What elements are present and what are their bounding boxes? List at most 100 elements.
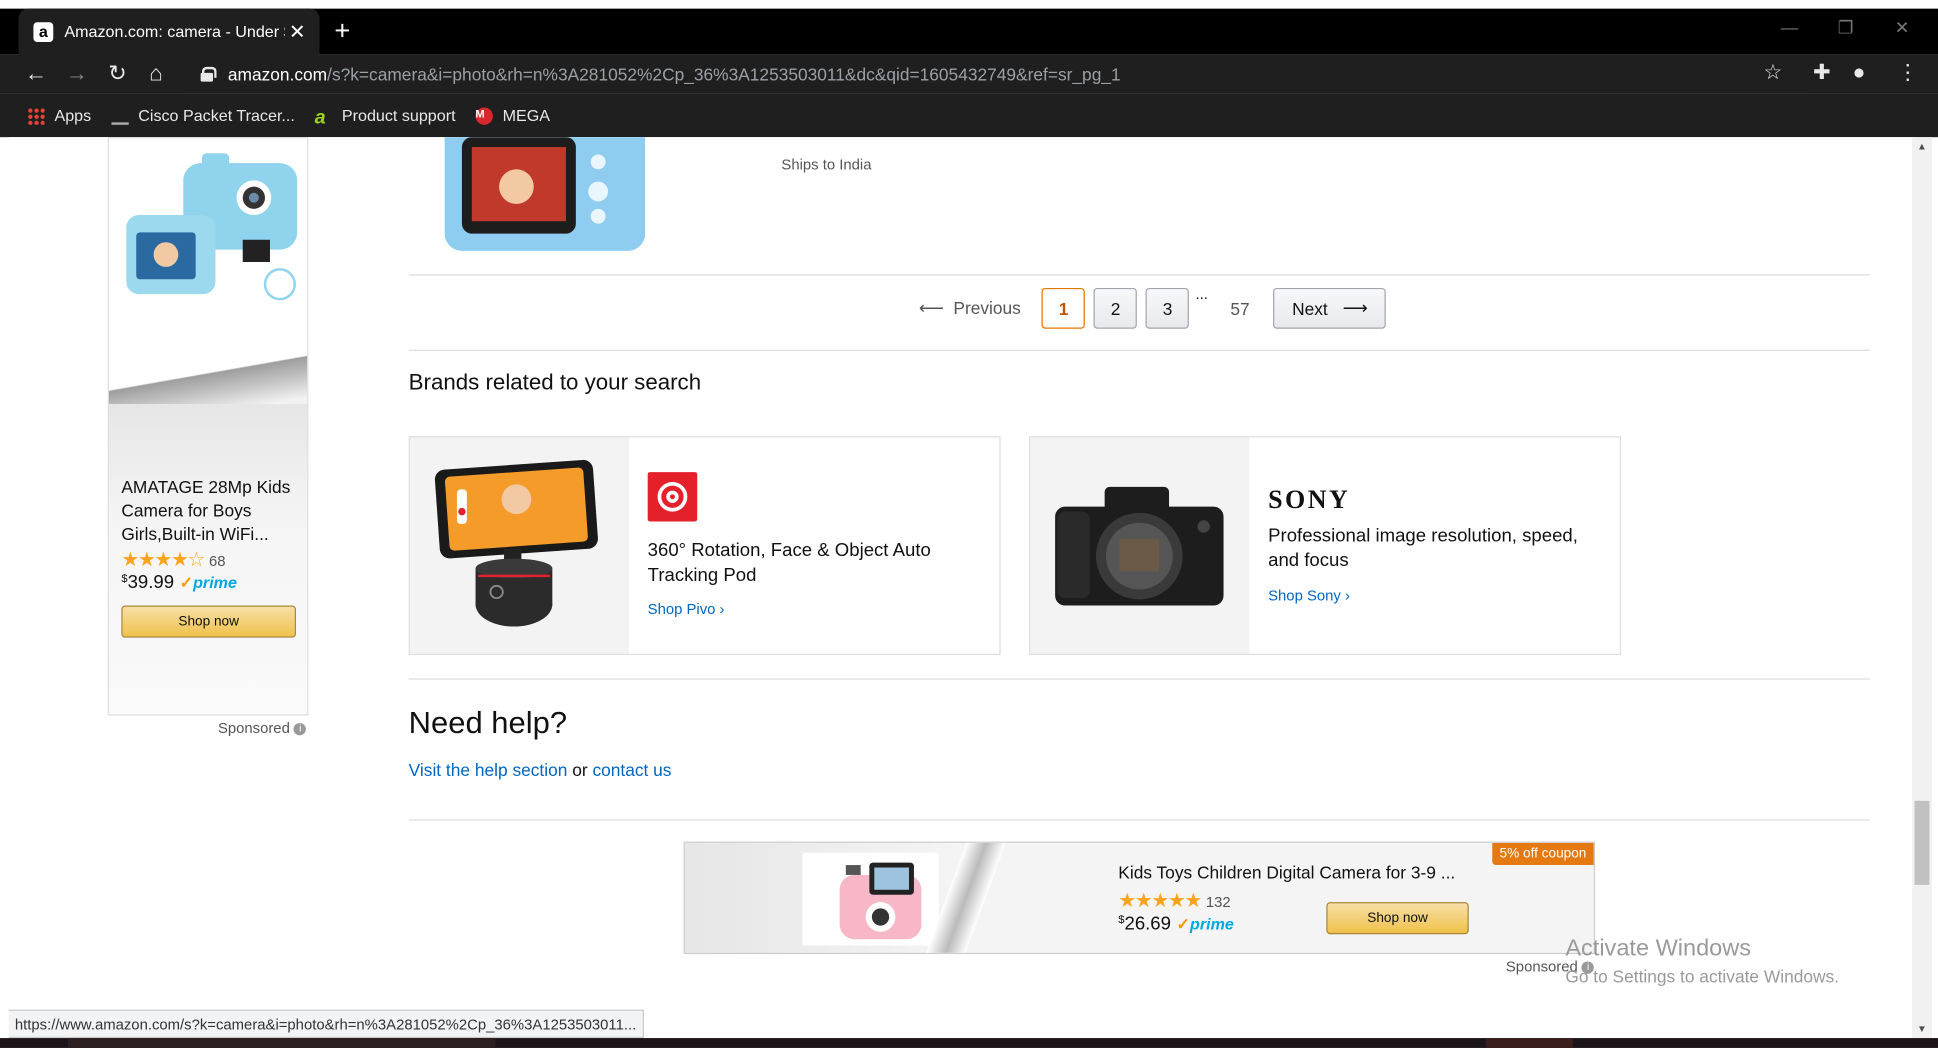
sponsored-text: Sponsored xyxy=(217,719,290,737)
bookmark-label: MEGA xyxy=(502,106,551,125)
bookmark-cisco[interactable]: Cisco Packet Tracer... xyxy=(111,106,295,125)
brands-heading: Brands related to your search xyxy=(408,369,702,395)
watermark-title: Activate Windows xyxy=(1565,935,1752,962)
extensions-icon[interactable]: ✚ xyxy=(1813,61,1831,86)
ad-body: AMATAGE 28Mp Kids Camera for Boys Girls,… xyxy=(108,404,308,714)
pagination: ⟵ Previous 1 2 3 ... 57 Next ⟶ xyxy=(919,285,1387,329)
ad-price: 39.99 xyxy=(127,572,175,594)
bottom-sponsored-ad[interactable]: 5% off coupon Kids Toys Children Digital… xyxy=(683,841,1596,955)
divider xyxy=(408,349,1870,351)
taskbar xyxy=(0,1038,1938,1048)
help-section-link[interactable]: Visit the help section xyxy=(409,760,568,780)
ad-title[interactable]: Kids Toys Children Digital Camera for 3-… xyxy=(1118,863,1455,883)
tab-amazon[interactable]: a Amazon.com: camera - Under $2 ✕ xyxy=(18,8,320,55)
prime-badge-icon: prime xyxy=(180,573,237,592)
tab-strip: a Amazon.com: camera - Under $2 ✕ + — ❐ … xyxy=(0,0,1938,55)
pivo-logo-icon[interactable] xyxy=(647,472,698,522)
apps-grid-icon xyxy=(27,106,45,125)
toolbar: ← → ↻ ⌂ amazon.com/s?k=camera&i=photo&rh… xyxy=(0,54,1938,94)
menu-icon[interactable]: ⋮ xyxy=(1897,61,1918,86)
product-image[interactable] xyxy=(444,137,646,254)
sony-product-image[interactable] xyxy=(1030,437,1250,654)
reload-icon[interactable]: ↻ xyxy=(103,61,133,87)
page-last: 57 xyxy=(1230,298,1250,319)
page-1[interactable]: 1 xyxy=(1041,287,1086,329)
bookmarks-bar: Apps Cisco Packet Tracer... a Product su… xyxy=(0,93,1938,138)
bookmark-label: Apps xyxy=(54,106,92,125)
bookmark-product-support[interactable]: a Product support xyxy=(314,106,456,128)
sponsored-label[interactable]: Sponsored i xyxy=(217,719,307,737)
home-icon[interactable]: ⌂ xyxy=(141,61,171,87)
scroll-down-icon[interactable]: ▼ xyxy=(1917,1023,1927,1034)
prime-badge-icon: prime xyxy=(1176,914,1233,933)
help-heading: Need help? xyxy=(408,705,568,741)
bookmark-label: Product support xyxy=(341,106,456,125)
scrollbar[interactable] xyxy=(1912,137,1932,1039)
scroll-up-icon[interactable]: ▲ xyxy=(1917,141,1927,152)
forward-icon[interactable]: → xyxy=(62,61,92,87)
arrow-right-icon: ⟶ xyxy=(1342,297,1368,318)
address-bar[interactable]: amazon.com/s?k=camera&i=photo&rh=n%3A281… xyxy=(185,58,1802,91)
watermark-subtitle: Go to Settings to activate Windows. xyxy=(1565,966,1840,987)
bookmark-star-icon[interactable]: ☆ xyxy=(1763,61,1782,86)
page-2[interactable]: 2 xyxy=(1093,287,1138,329)
pagination-next[interactable]: Next ⟶ xyxy=(1273,287,1387,329)
sony-logo[interactable]: SONY xyxy=(1268,484,1602,515)
cisco-icon xyxy=(111,107,129,125)
contact-us-link[interactable]: contact us xyxy=(592,760,671,780)
taskbar-item[interactable] xyxy=(68,1038,496,1048)
shop-now-button[interactable]: Shop now xyxy=(1326,902,1469,935)
star-rating-icon[interactable]: ★★★★☆ xyxy=(121,550,205,571)
taskbar-item[interactable] xyxy=(1486,1038,1573,1048)
brand-card-text: 360° Rotation, Face & Object Auto Tracki… xyxy=(647,472,982,618)
info-icon[interactable]: i xyxy=(293,722,307,736)
brand-description: Professional image resolution, speed, an… xyxy=(1268,525,1578,571)
ad-product-image[interactable] xyxy=(802,852,939,946)
window-close-icon[interactable]: ✕ xyxy=(1895,17,1910,38)
product-support-icon: a xyxy=(314,106,326,128)
rating-count[interactable]: 68 xyxy=(209,552,226,569)
next-label: Next xyxy=(1292,298,1328,319)
status-url-bubble: https://www.amazon.com/s?k=camera&i=phot… xyxy=(8,1009,644,1039)
brand-card-text: SONY Professional image resolution, spee… xyxy=(1268,484,1602,604)
ad-price: 26.69 xyxy=(1124,913,1171,935)
tab-close-icon[interactable]: ✕ xyxy=(285,19,310,44)
profile-icon[interactable]: ● xyxy=(1853,61,1866,86)
shop-sony-link[interactable]: Shop Sony › xyxy=(1268,587,1602,604)
ad-swoosh-decor xyxy=(108,336,308,405)
new-tab-icon[interactable]: + xyxy=(334,15,350,47)
pivo-product-image[interactable] xyxy=(409,437,630,654)
help-text: Visit the help section or contact us xyxy=(409,760,672,780)
page-content: AMATAGE 28Mp Kids Camera for Boys Girls,… xyxy=(8,137,1916,1010)
star-rating-icon[interactable]: ★★★★★ xyxy=(1118,891,1202,912)
scrollbar-thumb[interactable] xyxy=(1914,800,1930,885)
ships-to-text: Ships to India xyxy=(781,155,872,174)
brand-card-pivo[interactable]: 360° Rotation, Face & Object Auto Tracki… xyxy=(408,436,1001,655)
ad-price-row: $26.69 prime xyxy=(1118,913,1234,935)
bookmark-label: Cisco Packet Tracer... xyxy=(138,106,295,125)
divider xyxy=(408,819,1870,821)
amazon-favicon-icon: a xyxy=(33,21,54,42)
help-or: or xyxy=(567,760,593,780)
side-sponsored-ad[interactable]: AMATAGE 28Mp Kids Camera for Boys Girls,… xyxy=(107,137,309,716)
restore-icon[interactable]: ❐ xyxy=(1838,17,1854,38)
url-path: /s?k=camera&i=photo&rh=n%3A281052%2Cp_36… xyxy=(327,64,1121,85)
lock-icon[interactable] xyxy=(200,66,217,82)
brand-description: 360° Rotation, Face & Object Auto Tracki… xyxy=(647,540,931,586)
rating-count[interactable]: 132 xyxy=(1206,893,1231,910)
mega-icon: M xyxy=(475,106,493,125)
arrow-left-icon: ⟵ xyxy=(918,297,944,318)
brand-card-sony[interactable]: SONY Professional image resolution, spee… xyxy=(1029,436,1622,655)
bookmark-mega[interactable]: M MEGA xyxy=(475,106,550,125)
pagination-previous[interactable]: ⟵ Previous xyxy=(919,298,1021,319)
browser-window: a Amazon.com: camera - Under $2 ✕ + — ❐ … xyxy=(0,0,1938,1048)
ad-rating: ★★★★★ 132 xyxy=(1118,889,1230,914)
ad-product-image[interactable] xyxy=(108,138,308,405)
page-3[interactable]: 3 xyxy=(1145,287,1190,329)
shop-now-button[interactable]: Shop now xyxy=(121,605,296,638)
minimize-icon[interactable]: — xyxy=(1781,17,1798,37)
ad-title[interactable]: AMATAGE 28Mp Kids Camera for Boys Girls,… xyxy=(121,476,294,546)
shop-pivo-link[interactable]: Shop Pivo › xyxy=(648,601,982,618)
back-icon[interactable]: ← xyxy=(21,61,51,87)
bookmark-apps[interactable]: Apps xyxy=(27,106,91,125)
